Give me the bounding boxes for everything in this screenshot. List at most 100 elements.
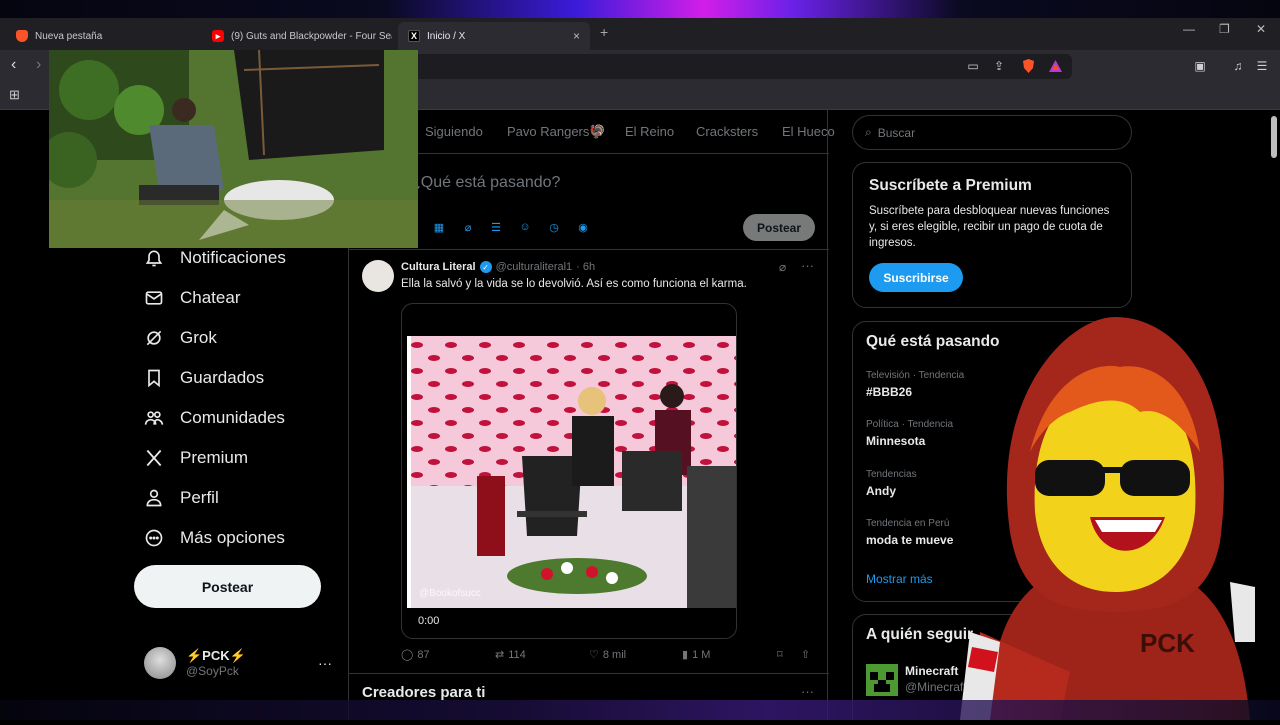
- mascot-text: PCK: [1140, 628, 1195, 658]
- bottom-glow-decoration: [0, 700, 1280, 720]
- scrollbar-thumb[interactable]: [1271, 116, 1277, 158]
- nav-label: Más opciones: [180, 528, 285, 547]
- poll-icon[interactable]: ☰: [489, 220, 503, 234]
- new-tab-button[interactable]: +: [600, 24, 608, 40]
- creators-heading: Creadores para ti: [362, 684, 486, 701]
- close-tab-button[interactable]: ×: [573, 29, 580, 43]
- reply-button[interactable]: ◯ 87: [401, 648, 430, 662]
- browser-tab-youtube[interactable]: ▸ (9) Guts and Blackpowder - Four Seas: [202, 22, 392, 50]
- premium-card: Suscríbete a Premium Suscríbete para des…: [852, 162, 1132, 308]
- minimize-icon[interactable]: —: [1183, 22, 1195, 36]
- nav-item-premium[interactable]: Premium: [144, 443, 248, 473]
- schedule-icon[interactable]: ◷: [547, 220, 561, 234]
- nav-item-perfil[interactable]: Perfil: [144, 483, 219, 513]
- tab-pavo-rangers[interactable]: Pavo Rangers🦃: [507, 124, 606, 140]
- video-time: 0:00: [418, 615, 440, 627]
- premium-title: Suscríbete a Premium: [869, 177, 1032, 194]
- tab-title: Inicio / X: [427, 30, 466, 42]
- tweet-header: Cultura Literal ✓ @culturaliteral1 · 6h: [401, 261, 595, 273]
- trend-context: Tendencia en Perú: [866, 518, 950, 529]
- nav-label: Premium: [180, 448, 249, 467]
- repost-button[interactable]: ⇄ 114: [495, 648, 526, 662]
- tweet-more-icon[interactable]: ···: [801, 258, 814, 273]
- bookmark-tweet-icon[interactable]: ⌑: [777, 648, 783, 661]
- tweet-avatar[interactable]: [362, 260, 394, 292]
- media-icon[interactable]: ♫: [1230, 58, 1246, 74]
- emoji-icon[interactable]: ☺: [518, 220, 532, 234]
- apps-grid-icon[interactable]: ⊞: [9, 87, 20, 103]
- sidebar-toggle-icon[interactable]: ▣: [1192, 58, 1208, 74]
- community-icon: [144, 411, 164, 425]
- tweet-text: Ella la salvó y la vida se lo devolvió. …: [401, 278, 747, 290]
- timeline-column: Siguiendo Pavo Rangers🦃 El Reino Crackst…: [348, 110, 835, 720]
- trend-item[interactable]: Política · Tendencia Minnesota: [866, 419, 953, 448]
- location-icon[interactable]: ◉: [576, 220, 590, 234]
- tab-el-hueco[interactable]: El Hueco: [782, 124, 835, 139]
- close-window-icon[interactable]: ✕: [1256, 22, 1266, 36]
- brave-icon: [16, 30, 28, 42]
- nav-item-chatear[interactable]: Chatear: [144, 283, 240, 313]
- creators-more-icon[interactable]: ···: [801, 684, 814, 699]
- subscribe-button[interactable]: Suscribirse: [869, 263, 963, 292]
- share-tweet-icon[interactable]: ⇧: [801, 648, 810, 661]
- grok-compose-icon[interactable]: ⌀: [461, 220, 475, 234]
- views-count: 1 M: [692, 648, 711, 661]
- bookmark-icon: [148, 369, 160, 388]
- nav-label: Chatear: [180, 288, 241, 307]
- forward-icon[interactable]: ›: [36, 56, 41, 74]
- compose-post-button[interactable]: Postear: [743, 214, 815, 241]
- account-switcher[interactable]: ⚡PCK⚡ @SoyPck: [144, 647, 246, 679]
- webcam-overlay: [49, 50, 418, 248]
- like-button[interactable]: ♡ 8 mil: [589, 648, 626, 662]
- grok-explain-icon[interactable]: ⌀: [779, 260, 786, 274]
- avatar: [144, 647, 176, 679]
- nav-label: Comunidades: [180, 408, 285, 427]
- reply-icon: ◯: [401, 649, 414, 661]
- nav-item-grok[interactable]: Grok: [144, 323, 217, 353]
- tab-el-reino[interactable]: El Reino: [625, 124, 674, 139]
- trend-context: Tendencias: [866, 469, 917, 480]
- nav-item-comunidades[interactable]: Comunidades: [144, 403, 285, 433]
- brave-shields-icon[interactable]: [1020, 58, 1036, 74]
- compose-input[interactable]: ¿Qué está pasando?: [411, 174, 560, 192]
- tab-crackaters[interactable]: Cracksters: [696, 124, 758, 139]
- account-more-button[interactable]: ···: [318, 655, 332, 671]
- divider: [349, 249, 829, 250]
- browser-tab-x[interactable]: X Inicio / X ×: [398, 22, 590, 50]
- reply-count: 87: [417, 648, 430, 661]
- back-icon[interactable]: ‹: [11, 56, 16, 74]
- tab-siguiendo[interactable]: Siguiendo: [425, 124, 483, 139]
- video-frame[interactable]: @Bookofsucc: [407, 336, 736, 608]
- cast-icon[interactable]: ▭: [965, 58, 981, 74]
- views-button[interactable]: ▮ 1 M: [682, 648, 711, 662]
- browser-tab-bar: Nueva pestaña ▸ (9) Guts and Blackpowder…: [0, 18, 1280, 50]
- brave-rewards-icon[interactable]: [1047, 58, 1063, 74]
- x-icon: X: [408, 30, 420, 42]
- tweet-video[interactable]: @Bookofsucc 0:00: [401, 303, 737, 639]
- scrollbar[interactable]: [1270, 116, 1278, 716]
- minecraft-avatar[interactable]: [866, 664, 898, 696]
- person-icon: [146, 489, 162, 507]
- nav-label: Notificaciones: [180, 248, 286, 267]
- top-glow-decoration: [0, 0, 1280, 18]
- share-icon[interactable]: ⇪: [991, 58, 1007, 74]
- menu-icon[interactable]: ☰: [1254, 58, 1270, 74]
- tweet-author-handle[interactable]: @culturaliteral1: [496, 261, 573, 273]
- youtube-icon: ▸: [212, 30, 224, 42]
- restore-icon[interactable]: ❐: [1219, 22, 1230, 36]
- tweet-author-name[interactable]: Cultura Literal: [401, 261, 476, 273]
- trend-item[interactable]: Tendencias Andy: [866, 469, 917, 498]
- bell-icon: [145, 250, 163, 267]
- nav-item-guardados[interactable]: Guardados: [144, 363, 264, 393]
- trend-item[interactable]: Tendencia en Perú moda te mueve: [866, 518, 953, 547]
- tweet-time[interactable]: · 6h: [576, 261, 595, 273]
- search-placeholder: Buscar: [877, 125, 916, 140]
- show-more-link[interactable]: Mostrar más: [866, 572, 933, 586]
- gif-icon[interactable]: ▦: [432, 220, 446, 234]
- trend-topic: Minnesota: [866, 434, 926, 448]
- x-logo-icon: [146, 449, 162, 467]
- nav-post-button[interactable]: Postear: [134, 565, 321, 608]
- search-input[interactable]: ⌕ Buscar: [852, 115, 1132, 150]
- browser-tab-new[interactable]: Nueva pestaña: [6, 22, 196, 50]
- nav-item-mas-opciones[interactable]: Más opciones: [144, 523, 285, 553]
